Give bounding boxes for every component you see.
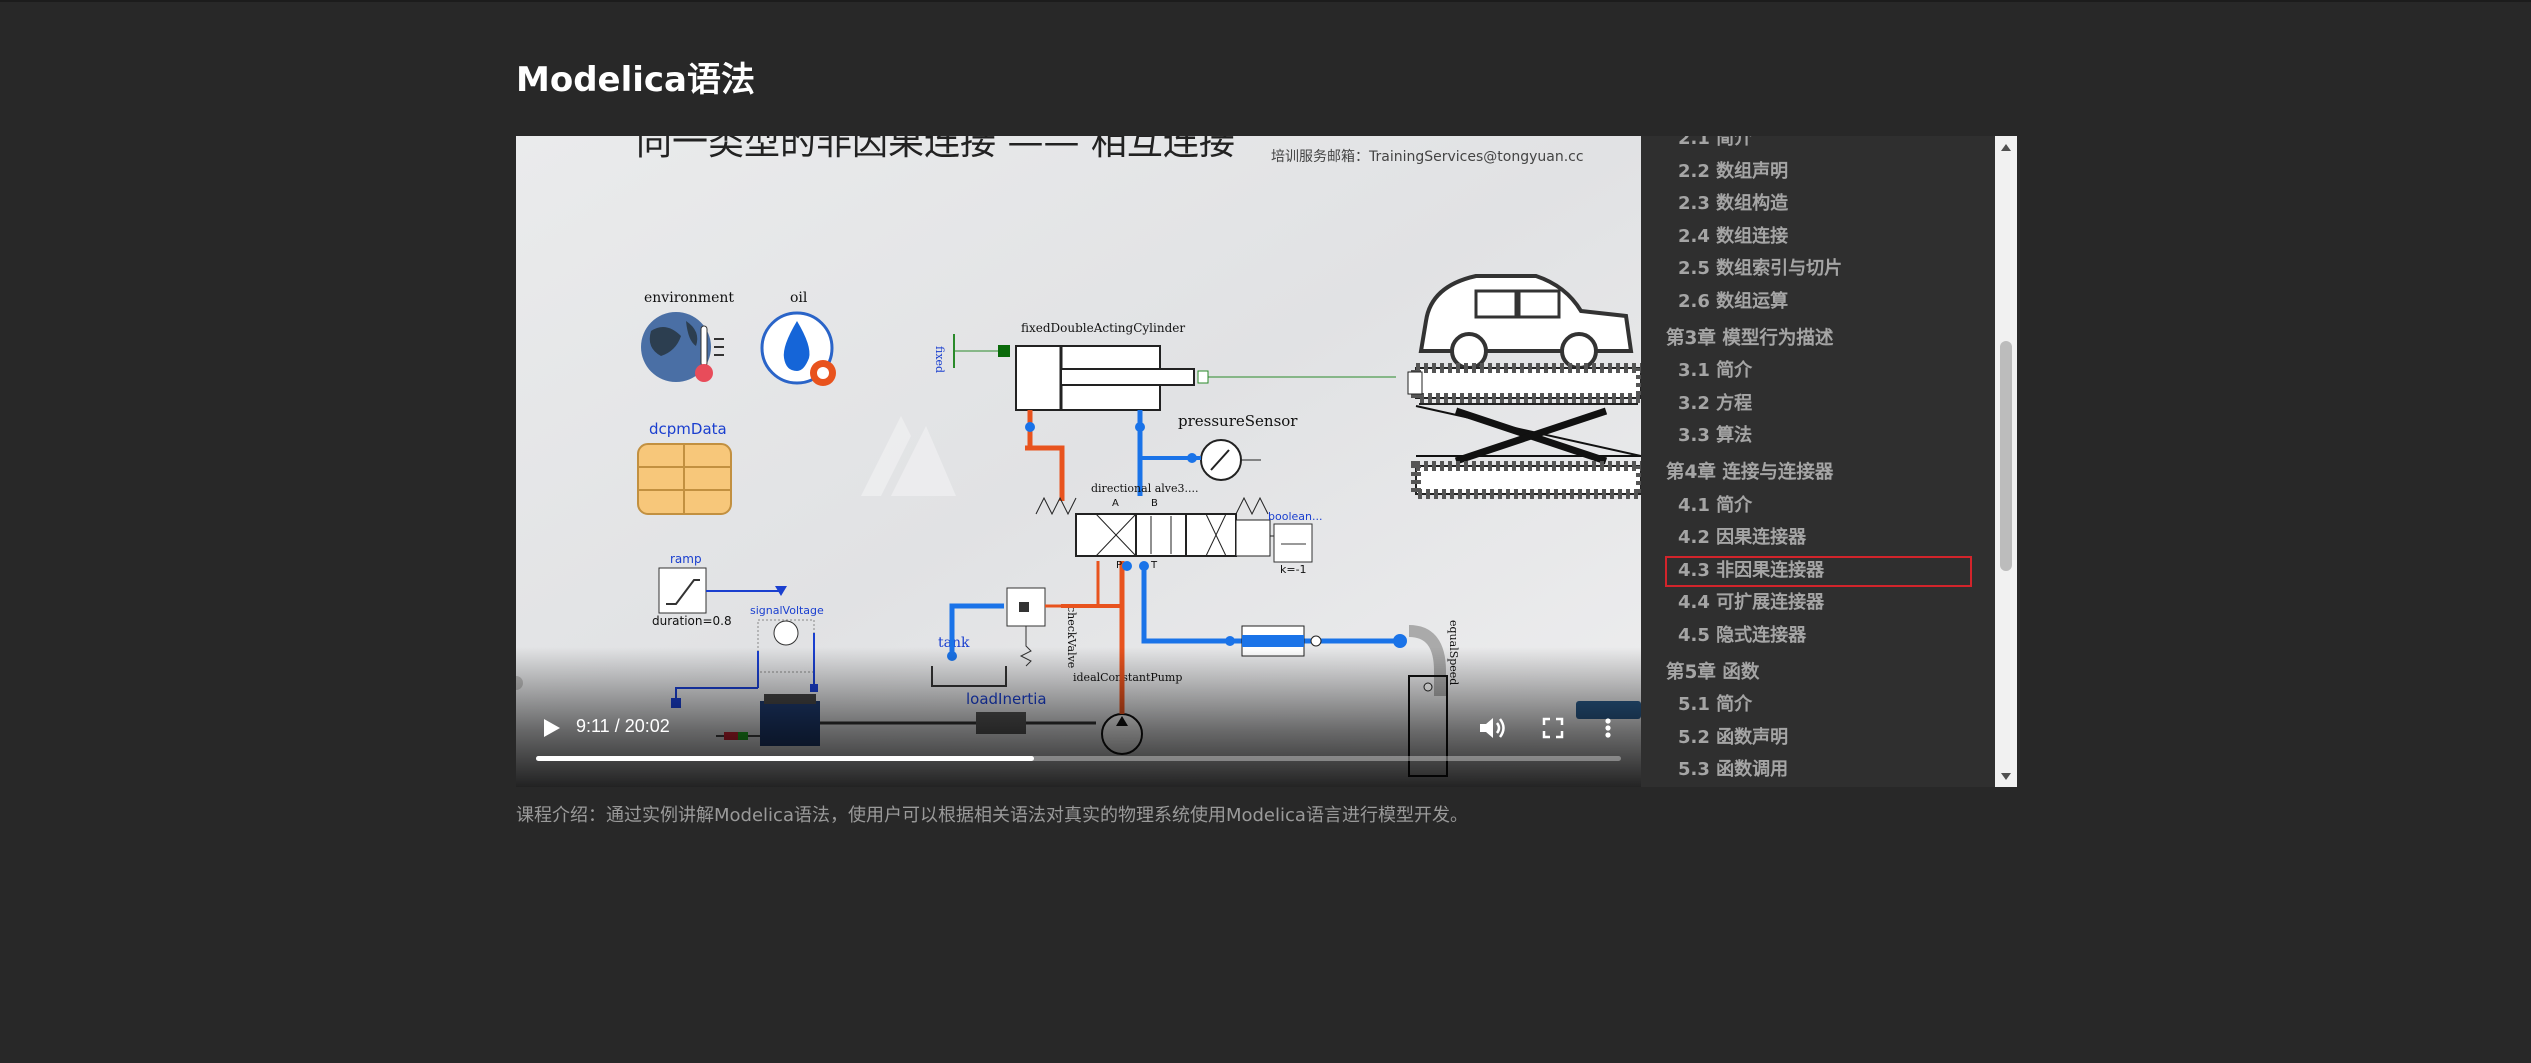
play-button[interactable] xyxy=(536,713,566,743)
svg-text:B: B xyxy=(1151,498,1158,509)
video-player[interactable]: 同一类型的非因果连接 —— 相互连接 培训服务邮箱：TrainingServic… xyxy=(516,136,1641,787)
outline-item[interactable]: 3.1 简介 xyxy=(1641,355,1995,388)
ramp-icon xyxy=(658,567,707,614)
outline-item[interactable]: 2.3 数组构造 xyxy=(1641,188,1995,221)
dcpm-label: dcpmData xyxy=(649,420,727,438)
signal-voltage-label: signalVoltage xyxy=(750,604,824,617)
outline-item[interactable]: 3.2 方程 xyxy=(1641,388,1995,421)
page-title: Modelica语法 xyxy=(516,60,755,100)
caret-up-icon xyxy=(2001,144,2011,151)
volume-icon xyxy=(1480,718,1505,738)
progress-bar[interactable] xyxy=(536,756,1621,761)
outline-chapter[interactable]: 第5章 函数 xyxy=(1641,657,1995,690)
outline-item[interactable]: 5.1 简介 xyxy=(1641,689,1995,722)
progress-fill xyxy=(536,756,1034,761)
svg-text:A: A xyxy=(1112,498,1119,509)
ramp-label: ramp xyxy=(670,552,702,566)
course-outline-panel: 2.1 简介 2.2 数组声明 2.3 数组构造 2.4 数组连接 2.5 数组索引与切… xyxy=(1641,136,1995,787)
outline-item[interactable]: 2.1 简介 xyxy=(1641,136,1995,156)
outline-item[interactable]: 4.4 可扩展连接器 xyxy=(1641,587,1995,620)
outline-item[interactable]: 5.3 函数调用 xyxy=(1641,754,1995,787)
scroll-thumb[interactable] xyxy=(2000,341,2012,571)
fixed-label: fixed xyxy=(933,346,946,373)
duration-label: duration=0.8 xyxy=(652,614,732,628)
top-border xyxy=(0,0,2531,2)
outline-chapter[interactable]: 第3章 模型行为描述 xyxy=(1641,323,1995,356)
directional-valve-label: directional alve3.... xyxy=(1091,482,1199,495)
course-outline-list: 2.1 简介 2.2 数组声明 2.3 数组构造 2.4 数组连接 2.5 数组索引与切… xyxy=(1641,136,1995,787)
environment-label: environment xyxy=(644,290,734,306)
more-options-button[interactable] xyxy=(1598,713,1618,743)
table-icon xyxy=(637,443,732,515)
outline-item[interactable]: 2.6 数组运算 xyxy=(1641,286,1995,319)
outline-chapter[interactable]: 第4章 连接与连接器 xyxy=(1641,457,1995,490)
outline-item[interactable]: 2.4 数组连接 xyxy=(1641,221,1995,254)
svg-text:T: T xyxy=(1150,560,1158,571)
time-display: 9:11 / 20:02 xyxy=(576,716,670,736)
outline-item[interactable]: 3.3 算法 xyxy=(1641,420,1995,453)
outline-item[interactable]: 2.5 数组索引与切片 xyxy=(1641,253,1995,286)
slide-title-fragment: 同一类型的非因果连接 —— 相互连接 xyxy=(636,136,1235,163)
svg-text:P: P xyxy=(1116,560,1122,571)
outline-item[interactable]: 5.2 函数声明 xyxy=(1641,722,1995,755)
outline-item[interactable]: 2.2 数组声明 xyxy=(1641,156,1995,189)
outline-scrollbar[interactable] xyxy=(1995,136,2017,787)
cylinder-label: fixedDoubleActingCylinder xyxy=(1021,321,1185,335)
outline-item-active[interactable]: 4.3 非因果连接器 xyxy=(1641,555,1995,588)
caret-down-icon xyxy=(2001,773,2011,780)
pressure-sensor-label: pressureSensor xyxy=(1178,412,1298,430)
boolean-label: boolean... xyxy=(1268,510,1322,523)
more-vertical-icon xyxy=(1605,718,1611,738)
fullscreen-icon xyxy=(1542,717,1564,739)
outline-item[interactable]: 4.1 简介 xyxy=(1641,490,1995,523)
mute-button[interactable] xyxy=(1476,713,1510,743)
boolean-block-icon xyxy=(1273,523,1313,563)
play-icon xyxy=(544,719,560,737)
course-description: 课程介绍：通过实例讲解Modelica语法，使用户可以根据相关语法对真实的物理系… xyxy=(516,805,1468,826)
controls-overlay xyxy=(516,647,1641,787)
outline-item[interactable]: 4.5 隐式连接器 xyxy=(1641,620,1995,653)
contact-email: 培训服务邮箱：TrainingServices@tongyuan.cc xyxy=(1271,149,1584,165)
outline-item[interactable]: 4.2 因果连接器 xyxy=(1641,522,1995,555)
scroll-up-button[interactable] xyxy=(1995,136,2017,158)
scroll-down-button[interactable] xyxy=(1995,765,2017,787)
oil-label: oil xyxy=(790,290,808,306)
fullscreen-button[interactable] xyxy=(1538,713,1568,743)
k-label: k=-1 xyxy=(1280,563,1307,576)
